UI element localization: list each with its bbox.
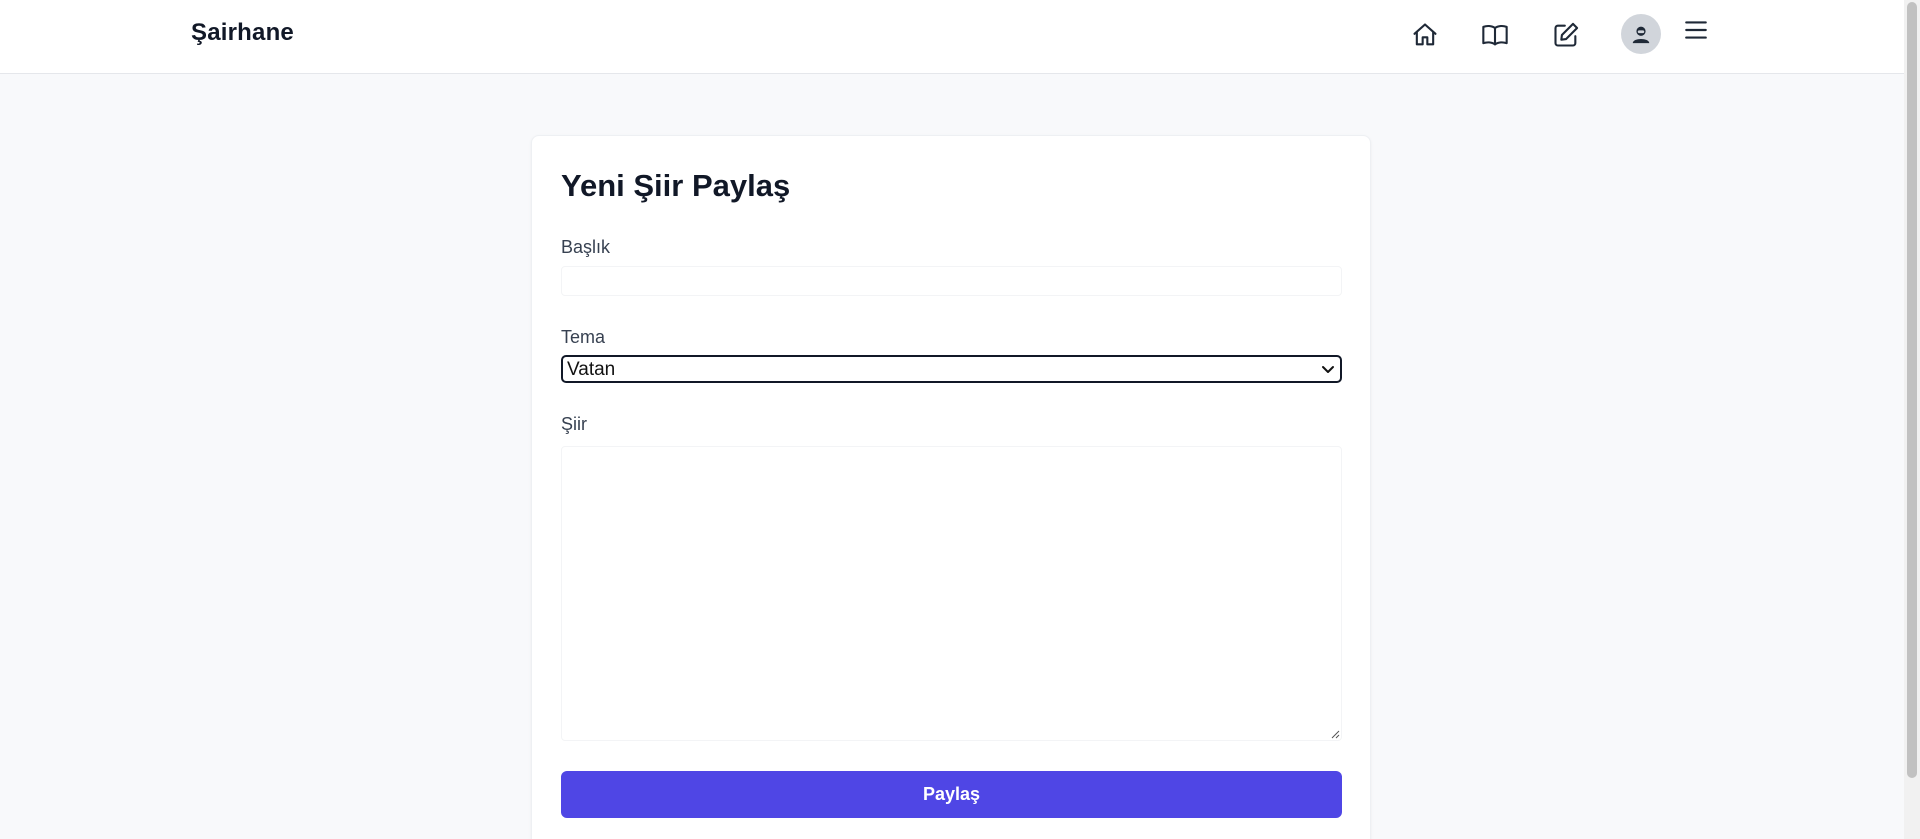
brand-logo[interactable]: Şairhane [191, 19, 294, 47]
home-icon[interactable] [1410, 20, 1440, 50]
title-input[interactable] [561, 266, 1342, 296]
chevron-down-icon [1322, 366, 1334, 373]
user-avatar[interactable] [1621, 14, 1661, 54]
menu-icon[interactable] [1682, 16, 1710, 44]
share-button[interactable]: Paylaş [561, 771, 1342, 818]
page-title: Yeni Şiir Paylaş [561, 168, 791, 203]
edit-icon[interactable] [1551, 20, 1581, 50]
theme-select[interactable]: Vatan [561, 355, 1342, 383]
new-poem-card: Yeni Şiir Paylaş Başlık Tema Vatan Şiir … [531, 135, 1371, 839]
page-scrollbar[interactable] [1904, 0, 1920, 839]
title-label: Başlık [561, 237, 611, 257]
poem-textarea[interactable] [561, 446, 1342, 741]
theme-label: Tema [561, 327, 606, 347]
top-navbar: Şairhane [0, 0, 1904, 74]
theme-select-value: Vatan [567, 359, 616, 380]
book-open-icon[interactable] [1480, 20, 1510, 50]
poem-label: Şiir [561, 414, 587, 434]
scrollbar-thumb[interactable] [1907, 2, 1917, 778]
resize-grip-icon[interactable] [1330, 729, 1340, 739]
user-avatar-icon [1632, 26, 1650, 44]
